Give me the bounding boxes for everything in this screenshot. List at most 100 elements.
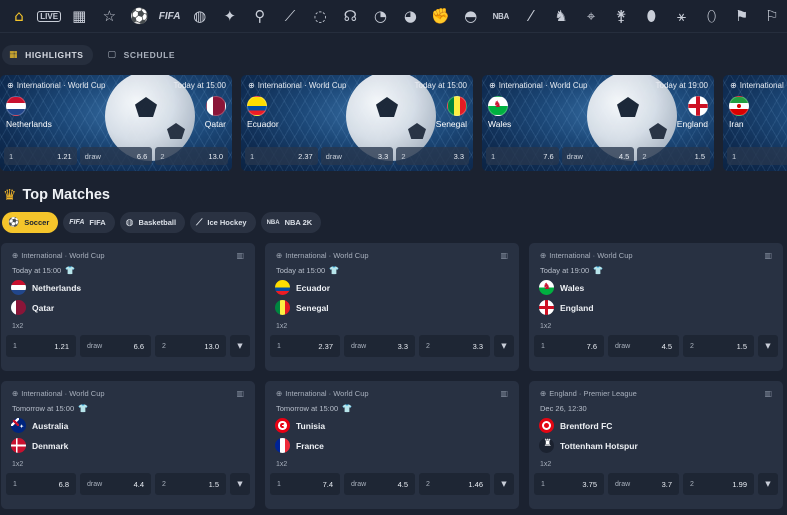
stats-icon[interactable]: ▥ (500, 389, 508, 398)
filter-basketball[interactable]: ◍ Basketball (119, 212, 186, 233)
highlight-card[interactable]: ⊕ International · World Cup Today at 15:0… (0, 75, 232, 171)
stats-icon[interactable]: ▥ (764, 389, 772, 398)
odds-button-away[interactable]: 2 3.3 (419, 335, 490, 357)
calendar-icon[interactable]: ▦ (64, 1, 94, 31)
tab-schedule[interactable]: ▢ SCHEDULE (101, 45, 185, 65)
stats-icon[interactable]: ▥ (236, 389, 244, 398)
odds-button-away[interactable]: 2 13.0 (155, 335, 226, 357)
rugby-icon[interactable]: ◓ (456, 1, 486, 31)
odds-label: 1 (13, 480, 17, 488)
flag-france-icon (275, 438, 290, 453)
match-card[interactable]: ⊕ International · World Cup ▥ Tomorrow at… (1, 381, 255, 509)
chevron-down-icon[interactable]: ▼ (230, 473, 250, 495)
table-tennis-icon[interactable]: ◔ (365, 1, 395, 31)
formula-icon[interactable]: ⚐ (757, 1, 787, 31)
odds-button-draw[interactable]: draw 3.7 (608, 473, 679, 495)
odds-label: 2 (426, 480, 430, 488)
chevron-down-icon[interactable]: ▼ (758, 473, 778, 495)
highlight-card[interactable]: ⊕International · World Cup Iran 14 (723, 75, 787, 171)
match-card[interactable]: ⊕ International · World Cup ▥ Today at 19… (529, 243, 783, 371)
esports-icon[interactable]: ☊ (335, 1, 365, 31)
rugby-ball-icon[interactable]: ⬯ (697, 1, 727, 31)
stats-icon[interactable]: ▥ (764, 251, 772, 260)
odds-button-home[interactable]: 1 7.6 (534, 335, 604, 357)
odds-button-draw[interactable]: draw 4.5 (608, 335, 679, 357)
filter-nba2k[interactable]: NBA NBA 2K (260, 212, 322, 233)
match-card[interactable]: ⊕ England · Premier League ▥ Dec 26, 12:3… (529, 381, 783, 509)
match-league: ⊕ England · Premier League (540, 389, 637, 398)
odds-button-draw[interactable]: draw 6.6 (79, 147, 153, 165)
highlight-card[interactable]: ⊕ International · World Cup Today at 19:0… (482, 75, 714, 171)
match-league: ⊕ International · World Cup (12, 389, 105, 398)
odds-button-home[interactable]: 1 7.4 (270, 473, 340, 495)
odds-button-away[interactable]: 2 1.5 (683, 335, 754, 357)
team-name: Netherlands (32, 282, 82, 293)
live-icon[interactable]: LIVE (34, 1, 64, 31)
highlight-card[interactable]: ⊕ International · World Cup Today at 15:0… (241, 75, 473, 171)
badminton-icon[interactable]: ⚵ (606, 1, 636, 31)
american-football-icon[interactable]: ⬮ (636, 1, 666, 31)
dota-icon[interactable]: ♞ (546, 1, 576, 31)
odds-button-home[interactable]: 1 6.8 (6, 473, 76, 495)
tab-highlights[interactable]: ▦ HIGHLIGHTS (2, 45, 93, 65)
odds-button-draw[interactable]: draw 4.4 (80, 473, 151, 495)
chevron-down-icon[interactable]: ▼ (758, 335, 778, 357)
team-home: ✦ Australia (11, 418, 68, 433)
counter-strike-icon[interactable]: ✦ (215, 1, 245, 31)
odds-button-draw[interactable]: draw 6.6 (80, 335, 151, 357)
odds-button-home[interactable]: 1 1.21 (4, 147, 77, 165)
odds-value: 3.3 (472, 341, 483, 351)
odds-button-away[interactable]: 2 1.46 (419, 473, 490, 495)
snooker-icon[interactable]: ⌖ (576, 1, 606, 31)
star-icon[interactable]: ☆ (94, 1, 124, 31)
match-time: Today at 15:00 👕 (12, 266, 75, 275)
cricket-icon[interactable]: ⚑ (727, 1, 757, 31)
nba2k-icon[interactable]: NBA (486, 1, 516, 31)
odds-button-away[interactable]: 2 13.0 (155, 147, 229, 165)
team-away: Denmark (11, 438, 68, 453)
table-tennis-alt-icon[interactable]: ◕ (395, 1, 425, 31)
odds-button-home[interactable]: 1 7.6 (486, 147, 559, 165)
fifa-icon[interactable]: FIFA (155, 1, 185, 31)
filter-fifa[interactable]: FIFA FIFA (63, 212, 115, 233)
hockey-icon[interactable]: ⟋ (275, 1, 305, 31)
filter-soccer[interactable]: ⚽ Soccer (2, 212, 59, 233)
odds-button-home[interactable]: 1 2.37 (245, 147, 318, 165)
odds-button-home[interactable]: 14 (727, 147, 787, 165)
odds-button-draw[interactable]: draw 3.3 (344, 335, 415, 357)
tennis-icon[interactable]: ⚲ (245, 1, 275, 31)
handball-icon[interactable]: ⚹ (666, 1, 696, 31)
baseball-bat-icon[interactable]: ⁄ (516, 1, 546, 31)
odds-label: 1 (732, 151, 737, 161)
odds-button-away[interactable]: 2 1.99 (683, 473, 754, 495)
odds-button-home[interactable]: 1 1.21 (6, 335, 76, 357)
odds-button-away[interactable]: 2 1.5 (637, 147, 711, 165)
odds-button-away[interactable]: 2 1.5 (155, 473, 226, 495)
odds-button-draw[interactable]: draw 3.3 (320, 147, 394, 165)
filter-ice-hockey[interactable]: ⟋ Ice Hockey (190, 212, 256, 233)
chevron-down-icon[interactable]: ▼ (230, 335, 250, 357)
chevron-down-icon[interactable]: ▼ (494, 335, 514, 357)
league-text: International · World Cup (285, 251, 369, 260)
home-icon[interactable]: ⌂ (4, 1, 34, 31)
match-card[interactable]: ⊕ International · World Cup ▥ Tomorrow at… (265, 381, 519, 509)
odds-button-away[interactable]: 2 3.3 (396, 147, 470, 165)
odds-button-draw[interactable]: draw 4.5 (561, 147, 635, 165)
volleyball-icon[interactable]: ◌ (305, 1, 335, 31)
team-name: Ecuador (296, 282, 331, 293)
odds-row: 1 6.8 draw 4.4 2 1.5 ▼ (6, 473, 250, 495)
league-text: England · Premier League (549, 389, 637, 398)
match-card[interactable]: ⊕ International · World Cup ▥ Today at 15… (1, 243, 255, 371)
odds-button-home[interactable]: 1 3.75 (534, 473, 604, 495)
match-league: ⊕ International · World Cup (276, 389, 369, 398)
match-card[interactable]: ⊕ International · World Cup ▥ Today at 15… (265, 243, 519, 371)
chevron-down-icon[interactable]: ▼ (494, 473, 514, 495)
stats-icon[interactable]: ▥ (236, 251, 244, 260)
odds-button-home[interactable]: 1 2.37 (270, 335, 340, 357)
highlight-league: ⊕International · World Cup (730, 81, 787, 90)
boxing-icon[interactable]: ✊ (426, 1, 456, 31)
odds-button-draw[interactable]: draw 4.5 (344, 473, 415, 495)
basketball-icon[interactable]: ◍ (185, 1, 215, 31)
soccer-icon[interactable]: ⚽ (124, 1, 154, 31)
stats-icon[interactable]: ▥ (500, 251, 508, 260)
